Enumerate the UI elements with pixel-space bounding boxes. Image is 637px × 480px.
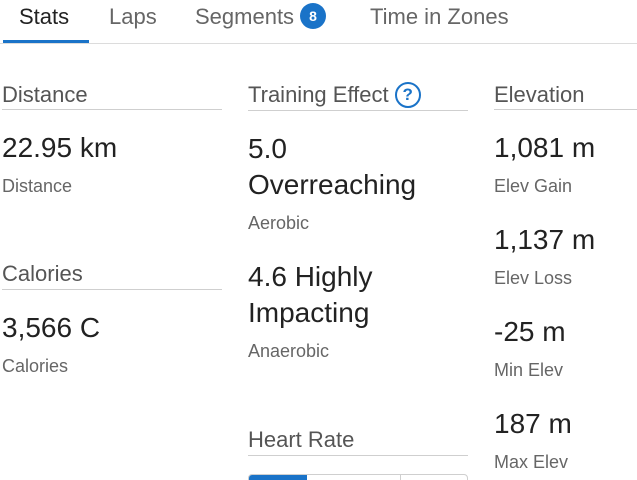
tab-stats-label: Stats xyxy=(19,4,70,29)
distance-value: 22.95 km xyxy=(2,132,118,163)
training-effect-title-text: Training Effect xyxy=(248,82,389,107)
calories-label: Calories xyxy=(2,356,69,376)
tab-time-in-zones[interactable]: Time in Zones xyxy=(370,0,509,44)
tab-time-in-zones-label: Time in Zones xyxy=(370,4,509,29)
calories-section-divider xyxy=(2,289,222,290)
tab-segments-label: Segments xyxy=(195,4,295,29)
distance-section-divider xyxy=(2,109,222,110)
elev-loss-label: Elev Loss xyxy=(494,268,573,288)
tab-laps-label: Laps xyxy=(109,4,157,29)
aerobic-value-line2: Overreaching xyxy=(248,169,417,200)
calories-value: 3,566 C xyxy=(2,312,101,343)
distance-section-title: Distance xyxy=(2,82,88,107)
help-icon[interactable]: ? xyxy=(394,82,421,108)
heart-rate-section-title: Heart Rate xyxy=(248,427,355,452)
elevation-section-title: Elevation xyxy=(494,82,585,107)
heart-rate-toggle-option-3[interactable] xyxy=(401,475,467,480)
training-effect-section-divider xyxy=(248,110,468,111)
elev-gain-value: 1,081 m xyxy=(494,132,596,163)
training-effect-section-title: Training Effect? xyxy=(248,80,421,110)
tab-stats[interactable]: Stats xyxy=(19,0,69,44)
aerobic-label: Aerobic xyxy=(248,213,310,233)
max-elev-value: 187 m xyxy=(494,408,572,439)
elevation-section-divider xyxy=(494,109,637,110)
anaerobic-label: Anaerobic xyxy=(248,341,330,361)
distance-label: Distance xyxy=(2,176,73,196)
min-elev-value: -25 m xyxy=(494,316,566,347)
tab-segments[interactable]: Segments 8 xyxy=(195,0,327,44)
max-elev-label: Max Elev xyxy=(494,452,569,472)
min-elev-label: Min Elev xyxy=(494,360,564,380)
heart-rate-toggle-option-2[interactable] xyxy=(307,475,401,480)
aerobic-value-line1: 5.0 xyxy=(248,133,287,164)
anaerobic-value-line2: Impacting xyxy=(248,297,370,328)
segments-count-badge: 8 xyxy=(300,3,327,29)
calories-section-title: Calories xyxy=(2,261,83,286)
active-tab-indicator xyxy=(3,40,89,43)
heart-rate-view-toggle xyxy=(248,474,468,480)
heart-rate-section-divider xyxy=(248,455,468,456)
heart-rate-toggle-option-1[interactable] xyxy=(249,475,307,480)
elev-loss-value: 1,137 m xyxy=(494,224,596,255)
tab-laps[interactable]: Laps xyxy=(109,0,157,44)
tab-bar: Stats Laps Segments 8 Time in Zones xyxy=(0,0,637,44)
anaerobic-value-line1: 4.6 Highly xyxy=(248,261,373,292)
elev-gain-label: Elev Gain xyxy=(494,176,573,196)
